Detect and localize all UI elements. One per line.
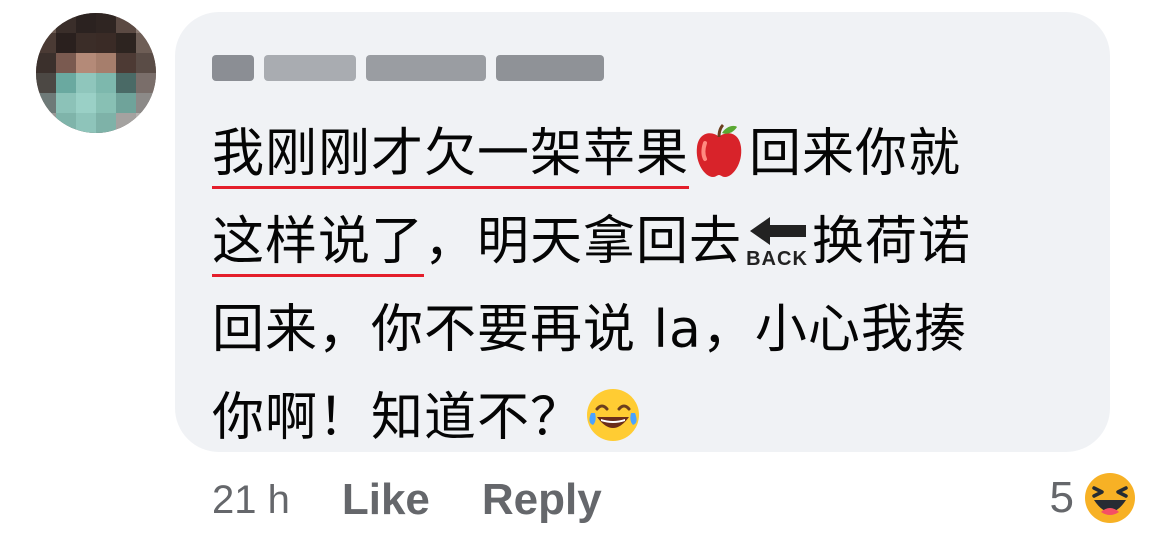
comment-timestamp[interactable]: 21 h: [212, 478, 290, 523]
comment-text: 我刚刚才欠一架苹果 回来你就 这样说了，明天拿回去 BACK 换荷诺 回来，你不…: [212, 110, 1092, 462]
like-button[interactable]: Like: [342, 475, 430, 525]
haha-reaction-icon: [1082, 470, 1138, 526]
comment-line-3: 回来，你不要再说 la，小心我揍: [212, 300, 967, 360]
joy-face-icon: [583, 385, 643, 445]
svg-text:BACK: BACK: [746, 248, 808, 269]
avatar[interactable]: [36, 13, 156, 133]
reply-button[interactable]: Reply: [482, 475, 602, 525]
author-name[interactable]: [212, 48, 604, 88]
comment-line-1: 我刚刚才欠一架苹果 回来你就: [212, 110, 1092, 198]
misspelled-phrase: 我刚刚才欠一架苹果: [212, 124, 690, 189]
reaction-count: 5: [1049, 473, 1074, 522]
red-apple-icon: [689, 121, 749, 181]
comment-line-4: 你啊！知道不？: [212, 374, 1092, 462]
misspelled-phrase: 这样说了: [212, 212, 425, 277]
comment-actions: 21 h Like Reply: [212, 470, 602, 530]
reaction-summary[interactable]: 5: [1050, 468, 1140, 528]
comment-line-2: 这样说了，明天拿回去 BACK 换荷诺: [212, 198, 1092, 286]
back-arrow-icon: BACK: [742, 209, 812, 269]
